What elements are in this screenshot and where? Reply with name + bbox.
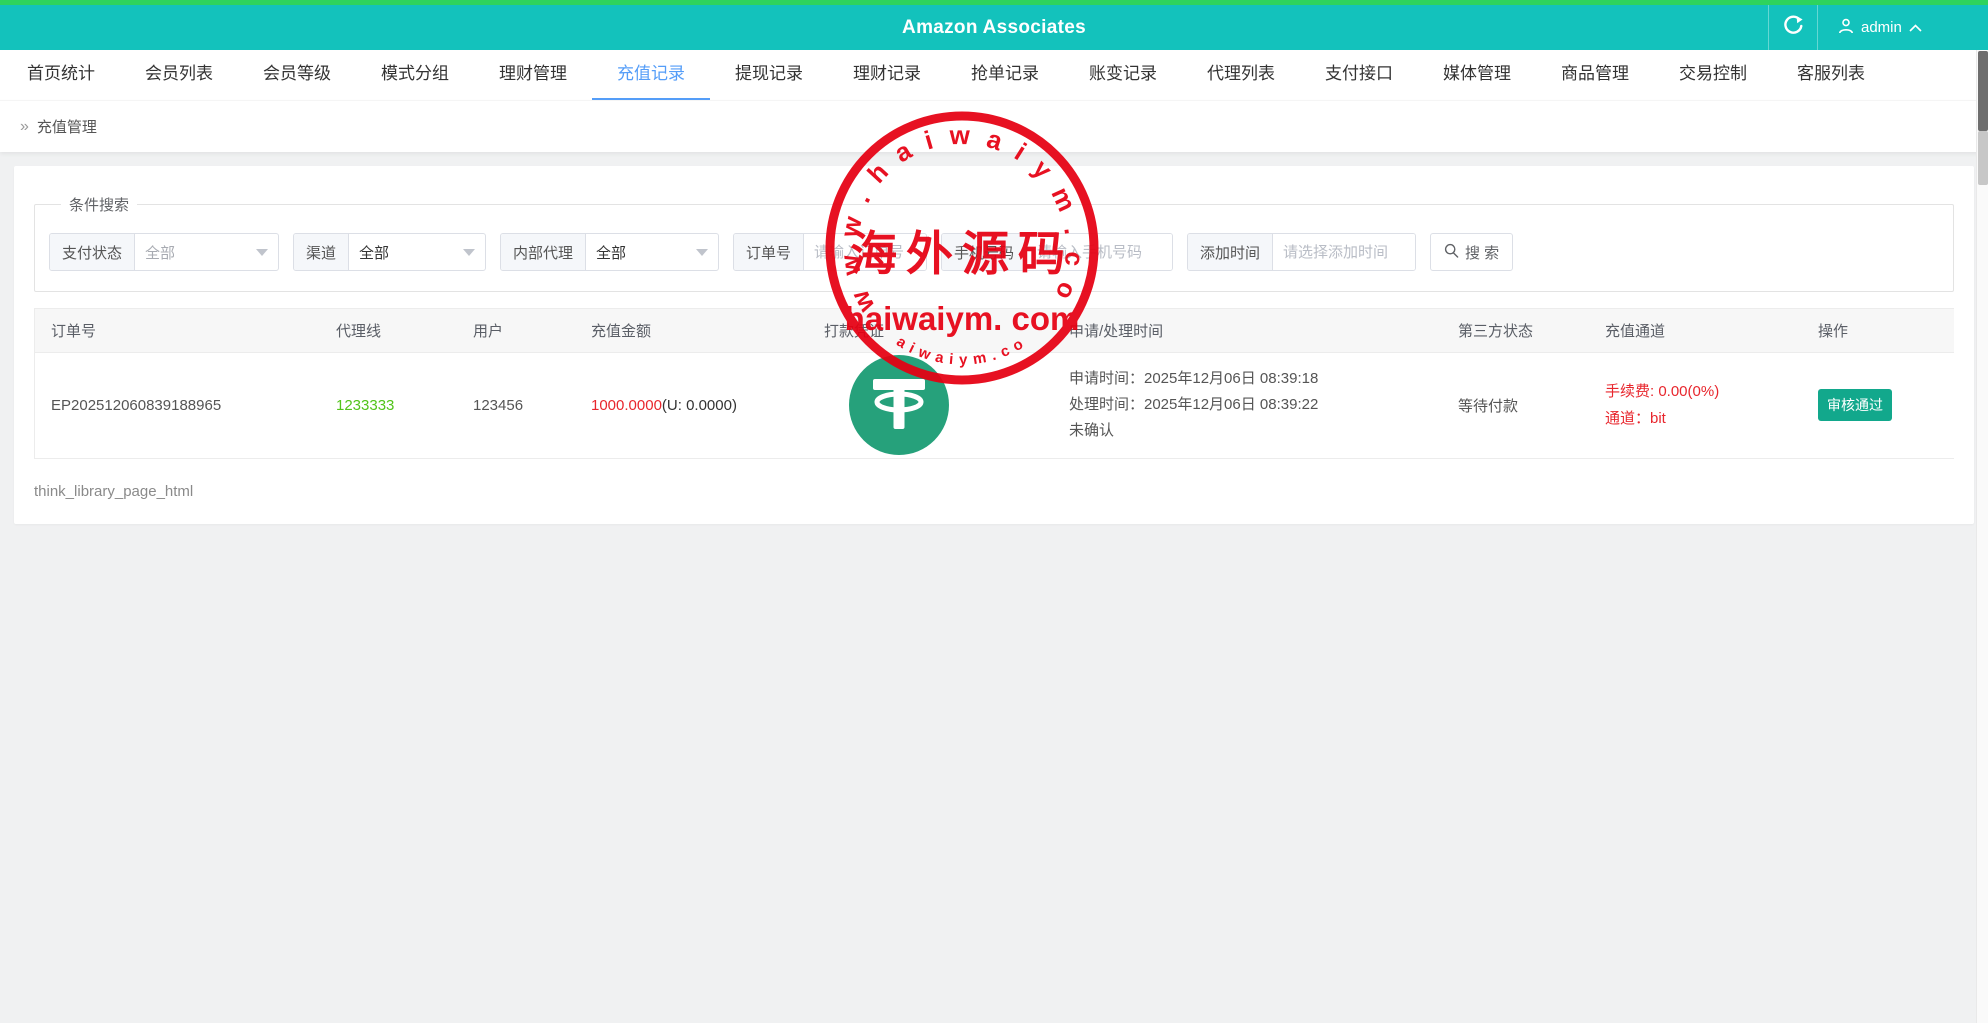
tab-agent-list[interactable]: 代理列表: [1182, 50, 1300, 100]
col-user: 用户: [457, 309, 575, 353]
breadcrumb: » 充值管理: [0, 100, 1988, 152]
pay-status-select[interactable]: 支付状态 全部: [49, 233, 279, 271]
chevron-down-icon: [696, 248, 708, 256]
phone-field: 手机号码: [941, 233, 1173, 271]
cell-recharge-channel: 手续费: 0.00(0%) 通道：bit: [1589, 352, 1802, 458]
scrollbar-thumb[interactable]: [1978, 51, 1988, 131]
username: admin: [1861, 19, 1902, 36]
search-legend: 条件搜索: [69, 197, 130, 214]
vertical-scrollbar: [1976, 50, 1988, 1023]
col-payment-proof: 打款凭证: [808, 309, 1053, 353]
records-table: 订单号 代理线 用户 充值金额 打款凭证 申请/处理时间 第三方状态 充值通道 …: [34, 308, 1954, 459]
scrollbar-thumb-secondary[interactable]: [1978, 131, 1988, 185]
search-button[interactable]: 搜 索: [1430, 233, 1514, 271]
search-icon: [1444, 243, 1459, 262]
search-button-label: 搜 索: [1465, 244, 1500, 262]
phone-input[interactable]: [1027, 234, 1172, 270]
debug-footer-text: think_library_page_html: [34, 482, 194, 500]
apply-time: 申请时间：2025年12月06日 08:39:18: [1069, 370, 1319, 388]
tab-payment-api[interactable]: 支付接口: [1300, 50, 1418, 100]
col-apply-process-time: 申请/处理时间: [1053, 309, 1442, 353]
content-card: 条件搜索 支付状态 全部 渠道 全部 内部代理 全部 订单号 请输入订单号 手机…: [14, 166, 1974, 524]
tab-grab-records[interactable]: 抢单记录: [946, 50, 1064, 100]
cell-amount: 1000.0000(U: 0.0000): [575, 352, 808, 458]
tab-recharge-records[interactable]: 充值记录: [592, 50, 710, 100]
confirm-status: 未确认: [1069, 422, 1115, 440]
search-fieldset: 条件搜索 支付状态 全部 渠道 全部 内部代理 全部 订单号 请输入订单号 手机…: [34, 194, 1954, 292]
channel-line: 通道：bit: [1605, 410, 1666, 428]
table-header-row: 订单号 代理线 用户 充值金额 打款凭证 申请/处理时间 第三方状态 充值通道 …: [35, 309, 1954, 353]
phone-label: 手机号码: [942, 234, 1028, 270]
tab-product-manage[interactable]: 商品管理: [1536, 50, 1654, 100]
tab-mode-group[interactable]: 模式分组: [356, 50, 474, 100]
order-no-field: 订单号: [733, 233, 927, 271]
chevron-down-icon: [256, 248, 268, 256]
col-agent-line: 代理线: [320, 309, 457, 353]
cell-payment-proof: [808, 352, 1053, 458]
tab-finance-manage[interactable]: 理财管理: [474, 50, 592, 100]
order-no-input[interactable]: [804, 234, 926, 270]
cell-order-no: EP202512060839188965: [35, 352, 320, 458]
cell-actions: 审核通过: [1802, 352, 1954, 458]
add-time-input[interactable]: [1273, 234, 1415, 270]
col-third-party-status: 第三方状态: [1442, 309, 1589, 353]
breadcrumb-arrows-icon: »: [20, 117, 29, 135]
col-amount: 充值金额: [575, 309, 808, 353]
col-order-no: 订单号: [35, 309, 320, 353]
tab-service-list[interactable]: 客服列表: [1772, 50, 1890, 100]
main-nav-tabs: 首页统计 会员列表 会员等级 模式分组 理财管理 充值记录 提现记录 理财记录 …: [0, 50, 1988, 100]
tab-withdraw-records[interactable]: 提现记录: [710, 50, 828, 100]
channel-label: 渠道: [294, 234, 350, 270]
app-title: Amazon Associates: [902, 17, 1086, 38]
channel-select[interactable]: 渠道 全部: [293, 233, 486, 271]
pay-status-value: 全部: [145, 244, 176, 262]
tab-member-level[interactable]: 会员等级: [238, 50, 356, 100]
col-actions: 操作: [1802, 309, 1954, 353]
cell-third-party-status: 等待付款: [1442, 352, 1589, 458]
internal-agent-select[interactable]: 内部代理 全部: [500, 233, 719, 271]
add-time-label: 添加时间: [1188, 234, 1274, 270]
tab-trade-control[interactable]: 交易控制: [1654, 50, 1772, 100]
tab-account-change-records[interactable]: 账变记录: [1064, 50, 1182, 100]
cell-user: 123456: [457, 352, 575, 458]
process-time: 处理时间：2025年12月06日 08:39:22: [1069, 396, 1319, 414]
app-header: Amazon Associates admin: [0, 5, 1988, 50]
amount-value: 1000.0000: [591, 396, 662, 414]
channel-value: 全部: [359, 244, 390, 262]
pay-status-label: 支付状态: [50, 234, 136, 270]
cell-times: 申请时间：2025年12月06日 08:39:18 处理时间：2025年12月0…: [1053, 352, 1442, 458]
breadcrumb-label: 充值管理: [36, 119, 97, 136]
refresh-icon: [1783, 15, 1803, 40]
fee-line: 手续费: 0.00(0%): [1605, 383, 1720, 401]
tether-icon[interactable]: [849, 355, 949, 456]
chevron-up-icon: [1909, 19, 1922, 36]
amount-usdt: (U: 0.0000): [661, 396, 737, 414]
approve-button[interactable]: 审核通过: [1818, 389, 1892, 422]
internal-agent-value: 全部: [596, 244, 627, 262]
chevron-down-icon: [463, 248, 475, 256]
add-time-field: 添加时间: [1187, 233, 1416, 271]
internal-agent-label: 内部代理: [501, 234, 587, 270]
col-recharge-channel: 充值通道: [1589, 309, 1802, 353]
user-icon: [1838, 18, 1854, 38]
tab-member-list[interactable]: 会员列表: [120, 50, 238, 100]
order-no-label: 订单号: [734, 234, 805, 270]
tab-media-manage[interactable]: 媒体管理: [1418, 50, 1536, 100]
tab-finance-records[interactable]: 理财记录: [828, 50, 946, 100]
refresh-button[interactable]: [1768, 5, 1818, 50]
tab-home-stats[interactable]: 首页统计: [2, 50, 120, 100]
table-row: EP202512060839188965 1233333 123456 1000…: [35, 352, 1954, 458]
user-menu[interactable]: admin: [1838, 5, 1922, 50]
cell-agent-line: 1233333: [320, 352, 457, 458]
